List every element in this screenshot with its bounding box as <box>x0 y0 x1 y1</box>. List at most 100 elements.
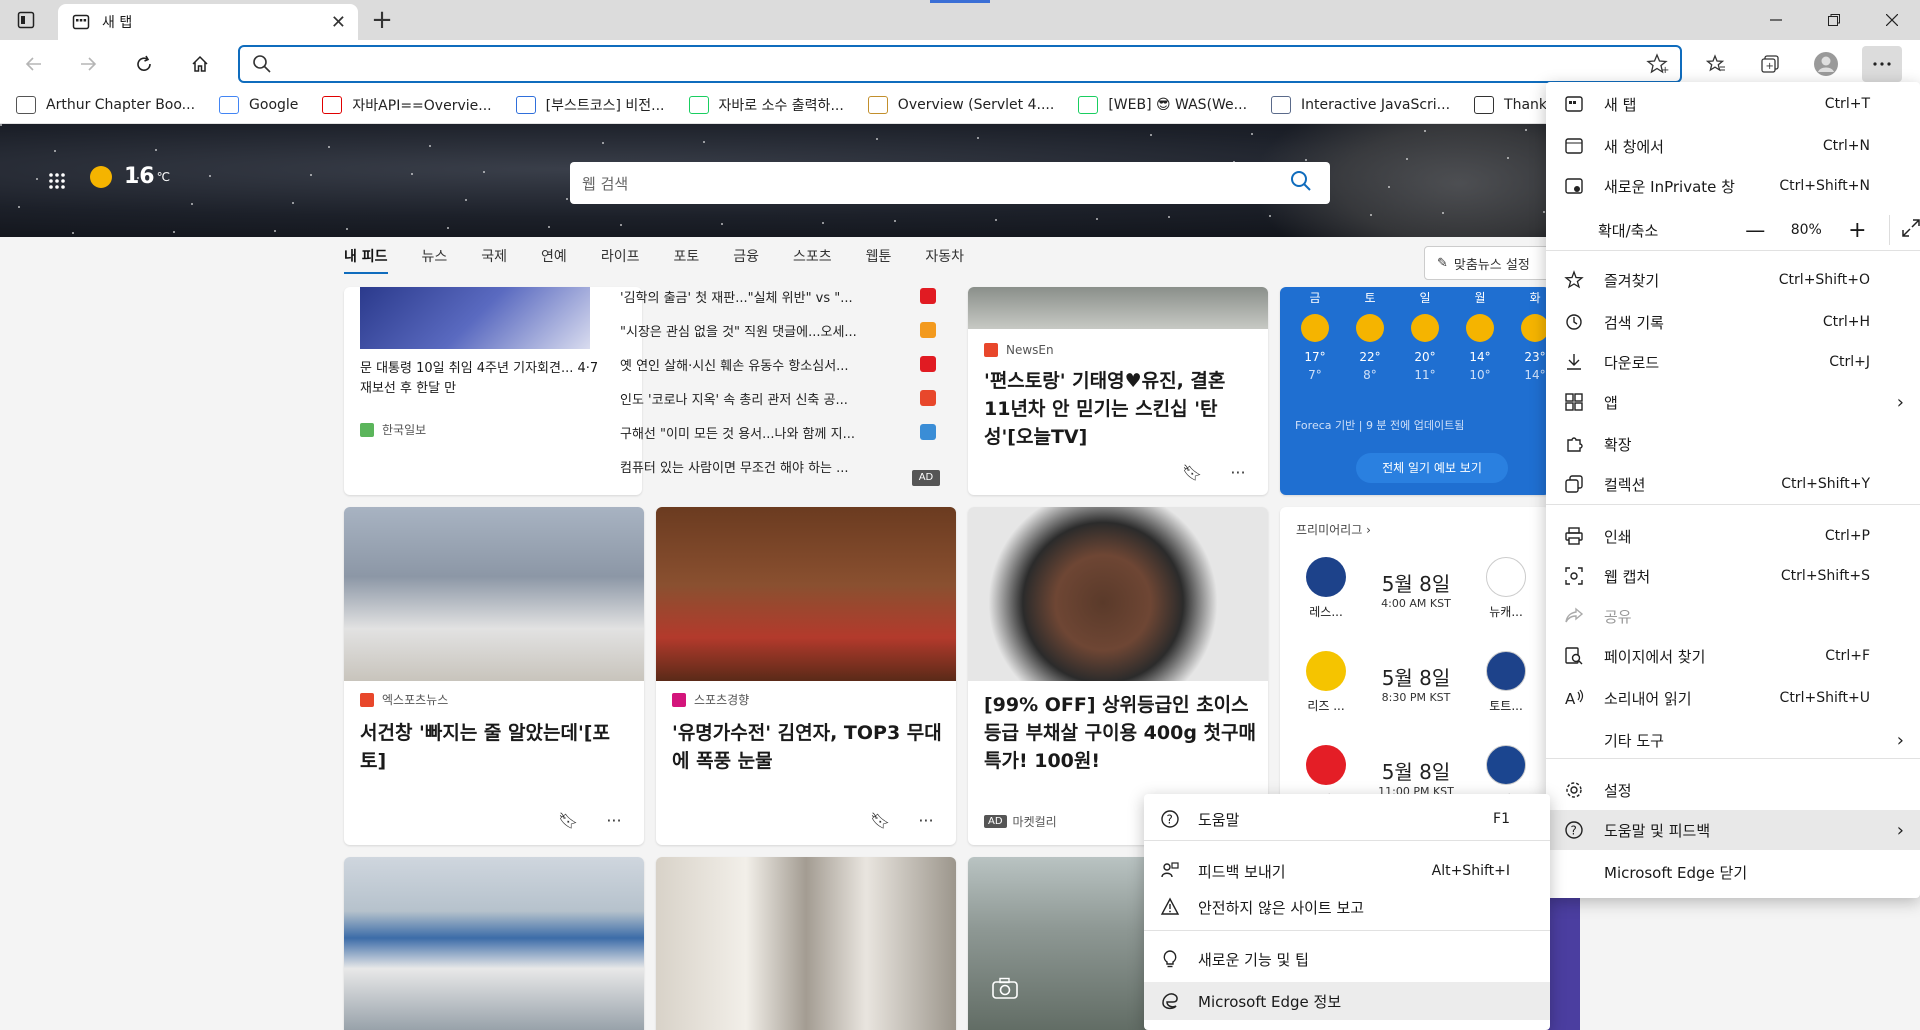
address-input[interactable] <box>290 51 1610 77</box>
zoom-in-button[interactable]: + <box>1838 218 1877 243</box>
profile-avatar[interactable] <box>1810 48 1842 80</box>
menu-item[interactable]: A 소리내어 읽기 Ctrl+Shift+U <box>1546 678 1920 718</box>
match-row[interactable]: 레스... 5월 8일 4:00 AM KST 뉴캐... <box>1296 557 1546 620</box>
news-card[interactable]: 문 대통령 10일 취임 4주년 기자회견... 4·7 재보선 후 한달 만 … <box>344 287 642 495</box>
close-window-icon[interactable] <box>1864 0 1920 40</box>
inprivate-icon <box>1562 174 1586 198</box>
forecast-day-label: 일 <box>1419 291 1431 305</box>
menu-item[interactable]: 컬렉션 Ctrl+Shift+Y <box>1546 464 1920 504</box>
star-decoration <box>1251 133 1253 135</box>
feed-tab[interactable]: 라이프 <box>601 246 640 274</box>
league-title[interactable]: 프리미어리그 › <box>1296 521 1371 538</box>
away-team-name: 토트... <box>1489 699 1523 713</box>
minimize-icon[interactable] <box>1748 0 1804 40</box>
fullscreen-icon[interactable] <box>1902 219 1920 241</box>
more-options-icon[interactable]: ··· <box>918 811 933 830</box>
bookmark-icon[interactable]: 🔖︎ <box>1182 463 1202 482</box>
more-options-icon[interactable]: ··· <box>606 811 621 830</box>
favorite-item[interactable]: Interactive JavaScri... <box>1271 95 1450 114</box>
match-row[interactable]: 리즈 ... 5월 8일 8:30 PM KST 토트... <box>1296 651 1546 714</box>
feed-tab[interactable]: 스포츠 <box>793 246 832 274</box>
address-bar[interactable]: + <box>238 45 1682 83</box>
feed-tab[interactable]: 포토 <box>673 246 699 274</box>
favorites-icon[interactable] <box>1700 48 1732 80</box>
menu-item[interactable]: 다운로드 Ctrl+J <box>1546 342 1920 382</box>
star-decoration <box>465 199 467 201</box>
home-icon[interactable] <box>184 48 216 80</box>
favorite-item[interactable]: 자바로 소수 출력하... <box>688 95 844 115</box>
headline-list-item[interactable]: 컴퓨터 있는 사람이면 무조건 해야 하는 ... <box>620 457 910 476</box>
favorite-item[interactable]: Arthur Chapter Boo... <box>16 95 195 114</box>
search-icon[interactable] <box>1290 170 1330 196</box>
back-icon[interactable] <box>18 48 50 80</box>
headline-list-item[interactable]: "시장은 관심 없을 것" 직원 댓글에...오세... <box>620 321 910 340</box>
submenu-item[interactable]: 안전하지 않은 사이트 보고 <box>1144 888 1550 926</box>
web-search-box[interactable]: 웹 검색 <box>570 162 1330 204</box>
feed-tab[interactable]: 연예 <box>541 246 567 274</box>
more-options-icon[interactable]: ··· <box>1230 463 1245 482</box>
submenu-item[interactable]: 피드백 보내기 Alt+Shift+I <box>1144 852 1550 890</box>
bookmark-icon[interactable]: 🔖︎ <box>870 811 890 830</box>
favorite-item[interactable]: 자바API==Overvie... <box>322 95 492 115</box>
menu-item[interactable]: 인쇄 Ctrl+P <box>1546 516 1920 556</box>
menu-item[interactable]: ? 도움말 및 피드백 › <box>1546 810 1920 850</box>
menu-item[interactable]: 기타 도구 › <box>1546 720 1920 760</box>
restore-icon[interactable] <box>1806 0 1862 40</box>
zoom-out-button[interactable]: — <box>1736 218 1775 242</box>
headline-list-item[interactable]: '김학의 출금' 첫 재판..."실체 위반" vs "... <box>620 287 910 306</box>
menu-item[interactable]: Microsoft Edge 닫기 <box>1546 852 1920 892</box>
star-decoration <box>1305 159 1307 161</box>
star-decoration <box>54 150 56 152</box>
menu-item[interactable]: 공유 <box>1546 596 1920 636</box>
headline-list-item[interactable]: 구해선 "이미 모든 것 용서...나와 함께 지... <box>620 423 910 442</box>
favorite-item[interactable]: Google <box>219 95 298 114</box>
window-controls <box>1748 0 1920 40</box>
menu-item[interactable]: 앱 › <box>1546 382 1920 422</box>
settings-and-more-icon[interactable] <box>1862 46 1902 82</box>
menu-item[interactable]: 즐겨찾기 Ctrl+Shift+O <box>1546 260 1920 300</box>
personalize-button[interactable]: ✎ 맞춤뉴스 설정 <box>1424 246 1564 280</box>
star-decoration <box>72 232 74 234</box>
news-card[interactable] <box>344 857 644 1030</box>
feed-tab[interactable]: 국제 <box>481 246 507 274</box>
star-decoration <box>155 149 157 151</box>
menu-item[interactable]: 설정 <box>1546 770 1920 810</box>
feed-tab[interactable]: 웹툰 <box>866 246 892 274</box>
feed-tab[interactable]: 금융 <box>733 246 759 274</box>
app-launcher-icon[interactable] <box>48 172 66 194</box>
new-tab-button[interactable]: + <box>368 7 396 36</box>
favorite-item[interactable]: Overview (Servlet 4.... <box>867 95 1054 114</box>
refresh-icon[interactable] <box>128 48 160 80</box>
news-card[interactable]: 엑스포츠뉴스 서건창 '빠지는 줄 알았는데'[포토] 🔖︎ ··· <box>344 507 644 845</box>
add-favorite-icon[interactable]: + <box>1646 53 1670 79</box>
menu-item[interactable]: 웹 캡처 Ctrl+Shift+S <box>1546 556 1920 596</box>
submenu-item[interactable]: Microsoft Edge 정보 <box>1144 982 1550 1020</box>
headline-list-item[interactable]: 인도 '코로나 지옥' 속 총리 관저 신축 공... <box>620 389 910 408</box>
submenu-item[interactable]: 새로운 기능 및 팁 <box>1144 940 1550 978</box>
menu-item[interactable]: 검색 기록 Ctrl+H <box>1546 302 1920 342</box>
feed-tab[interactable]: 내 피드 <box>344 246 388 274</box>
news-card[interactable] <box>656 857 956 1030</box>
browser-tab[interactable]: 새 탭 ✕ <box>58 4 358 40</box>
collections-icon[interactable]: + <box>1754 48 1786 80</box>
menu-item[interactable]: 페이지에서 찾기 Ctrl+F <box>1546 636 1920 676</box>
news-card[interactable]: 스포츠경향 '유명가수전' 김연자, TOP3 무대에 폭풍 눈물 🔖︎ ··· <box>656 507 956 845</box>
menu-item[interactable]: 확장 <box>1546 424 1920 464</box>
weather-widget[interactable]: 16 ℃ <box>90 164 170 189</box>
feed-tab[interactable]: 자동차 <box>925 246 964 274</box>
full-forecast-button[interactable]: 전체 일기 예보 보기 <box>1356 453 1508 483</box>
favorite-item[interactable]: [WEB] 😎 WAS(We... <box>1078 95 1247 114</box>
headline-list-item[interactable]: 옛 연인 살해·시신 훼손 유동수 항소심서... <box>620 355 910 374</box>
menu-item[interactable]: 새로운 InPrivate 창 Ctrl+Shift+N <box>1546 166 1920 206</box>
menu-item[interactable]: 새 창에서 Ctrl+N <box>1546 126 1920 166</box>
favorite-item[interactable]: [부스트코스] 비전... <box>515 95 665 115</box>
menu-item[interactable]: 새 탭 Ctrl+T <box>1546 84 1920 124</box>
submenu-item[interactable]: ? 도움말 F1 <box>1144 800 1550 838</box>
bookmark-icon[interactable]: 🔖︎ <box>558 811 578 830</box>
news-card[interactable]: NewsEn '편스토랑' 기태영♥유진, 결혼 11년차 안 믿기는 스킨십 … <box>968 287 1268 495</box>
forward-icon[interactable] <box>72 48 104 80</box>
feed-tab[interactable]: 뉴스 <box>422 246 448 274</box>
menu-item-shortcut: Ctrl+Shift+Y <box>1781 476 1870 492</box>
tab-close-icon[interactable]: ✕ <box>331 12 346 33</box>
tab-actions-icon[interactable] <box>14 8 38 32</box>
